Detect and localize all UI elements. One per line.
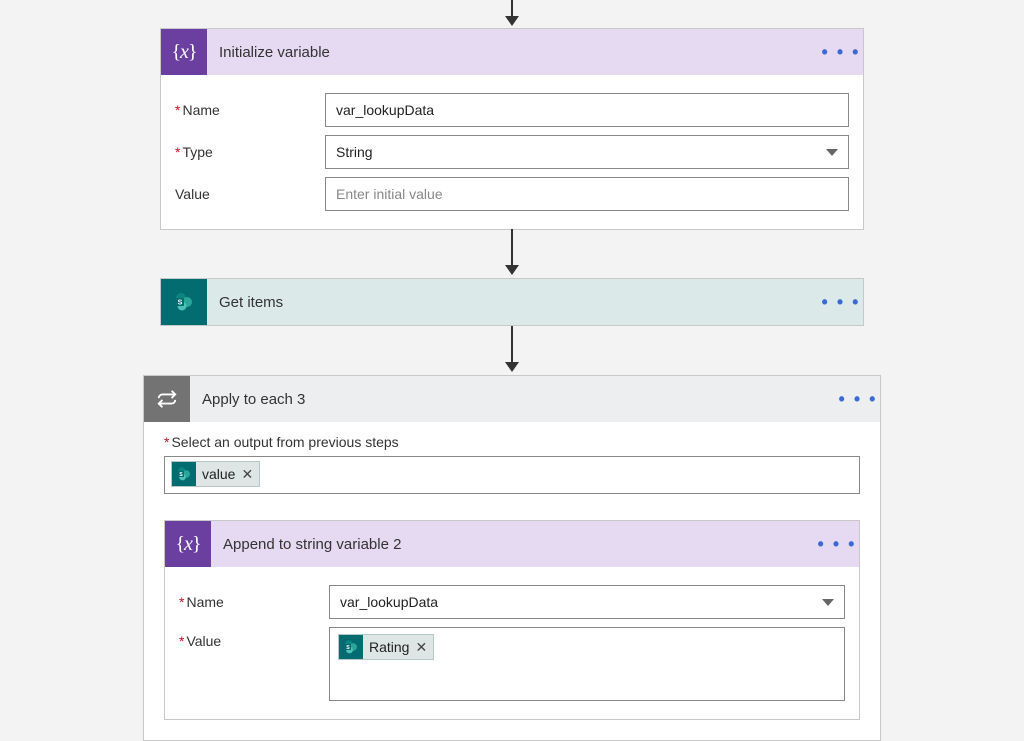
field-row-value: Value Enter initial value	[175, 177, 849, 211]
card-header[interactable]: {x} Append to string variable 2 • • •	[165, 521, 859, 567]
value-input[interactable]: Enter initial value	[325, 177, 849, 211]
ellipsis-icon: • • •	[818, 534, 857, 555]
card-menu-button[interactable]: • • •	[815, 534, 859, 555]
dynamic-token-rating[interactable]: S Rating ✕	[338, 634, 434, 660]
ellipsis-icon: • • •	[839, 389, 878, 410]
type-select[interactable]: String	[325, 135, 849, 169]
token-label: Rating	[369, 639, 409, 655]
field-label: *Type	[175, 144, 325, 160]
field-label: *Name	[179, 594, 329, 610]
token-label: value	[202, 466, 235, 482]
card-header[interactable]: S Get items • • •	[161, 279, 863, 325]
field-label: Value	[175, 186, 325, 202]
card-title: Get items	[207, 294, 819, 311]
flow-canvas: {x} Initialize variable • • • *Name var_…	[0, 0, 1024, 741]
card-menu-button[interactable]: • • •	[819, 292, 863, 313]
connector-arrow	[505, 326, 519, 372]
card-title: Initialize variable	[207, 44, 819, 61]
token-remove-icon[interactable]: ✕	[241, 466, 253, 483]
card-header[interactable]: {x} Initialize variable • • •	[161, 29, 863, 75]
card-title: Append to string variable 2	[211, 536, 815, 553]
field-label: *Name	[175, 102, 325, 118]
ellipsis-icon: • • •	[822, 42, 861, 63]
card-menu-button[interactable]: • • •	[836, 389, 880, 410]
card-initialize-variable: {x} Initialize variable • • • *Name var_…	[160, 28, 864, 230]
svg-text:S: S	[178, 300, 183, 307]
card-body: *Name var_lookupData *Value S Rating ✕	[165, 567, 859, 719]
card-apply-to-each: Apply to each 3 • • • *Select an output …	[143, 375, 881, 741]
sharepoint-icon: S	[161, 279, 207, 325]
select-output-label: *Select an output from previous steps	[164, 434, 860, 450]
variable-icon: {x}	[165, 521, 211, 567]
name-select[interactable]: var_lookupData	[329, 585, 845, 619]
select-output-input[interactable]: S value ✕	[164, 456, 860, 494]
dynamic-token-value[interactable]: S value ✕	[171, 461, 260, 487]
svg-text:S: S	[346, 645, 350, 651]
card-append-to-string: {x} Append to string variable 2 • • • *N…	[164, 520, 860, 720]
field-row-value: *Value S Rating ✕	[179, 627, 845, 701]
name-input[interactable]: var_lookupData	[325, 93, 849, 127]
field-row-name: *Name var_lookupData	[175, 93, 849, 127]
connector-arrow	[505, 229, 519, 275]
card-body: *Name var_lookupData *Type String Value …	[161, 75, 863, 229]
ellipsis-icon: • • •	[822, 292, 861, 313]
token-remove-icon[interactable]: ✕	[415, 639, 427, 656]
field-label: *Value	[179, 627, 329, 649]
svg-text:S: S	[179, 472, 183, 478]
card-header[interactable]: Apply to each 3 • • •	[144, 376, 880, 422]
variable-icon: {x}	[161, 29, 207, 75]
connector-arrow	[505, 0, 519, 26]
sharepoint-icon: S	[172, 462, 196, 486]
loop-icon	[144, 376, 190, 422]
card-menu-button[interactable]: • • •	[819, 42, 863, 63]
card-get-items: S Get items • • •	[160, 278, 864, 326]
value-input[interactable]: S Rating ✕	[329, 627, 845, 701]
sharepoint-icon: S	[339, 635, 363, 659]
field-row-type: *Type String	[175, 135, 849, 169]
card-body: *Select an output from previous steps S …	[144, 434, 880, 740]
card-title: Apply to each 3	[190, 391, 836, 408]
field-row-name: *Name var_lookupData	[179, 585, 845, 619]
